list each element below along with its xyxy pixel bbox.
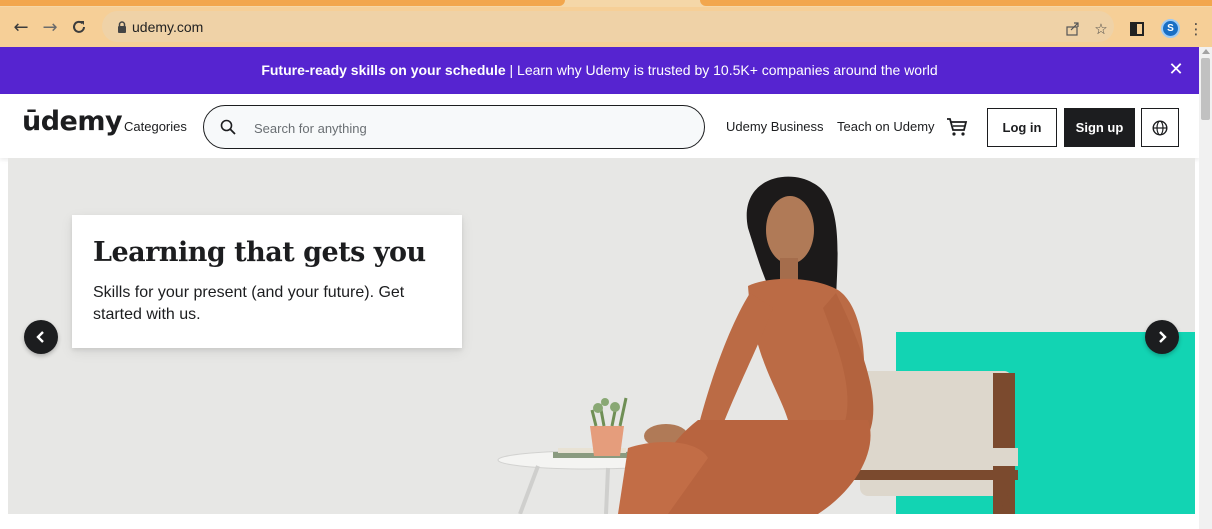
tab-strip-right [700, 0, 1212, 6]
address-bar[interactable] [102, 11, 1114, 42]
browser-toolbar: ← → udemy.com ☆ S ⋮ [0, 7, 1212, 47]
hero-title: Learning that gets you [93, 237, 426, 268]
signup-button[interactable]: Sign up [1064, 108, 1135, 147]
lock-icon[interactable] [117, 21, 127, 33]
language-button[interactable] [1141, 108, 1179, 147]
menu-icon[interactable]: ⋮ [1186, 19, 1206, 39]
udemy-business-link[interactable]: Udemy Business [726, 119, 824, 134]
back-icon[interactable]: ← [9, 15, 33, 39]
categories-link[interactable]: Categories [124, 119, 187, 134]
search-input[interactable] [254, 118, 684, 138]
scroll-up-arrow-icon[interactable] [1202, 49, 1210, 54]
banner-text: | Learn why Udemy is trusted by 10.5K+ c… [505, 62, 938, 78]
chevron-right-icon [1159, 331, 1167, 343]
search-bar[interactable] [203, 105, 705, 149]
carousel-next-button[interactable] [1145, 320, 1179, 354]
page-bottom [0, 514, 1199, 529]
close-icon[interactable]: ✕ [1166, 59, 1186, 80]
reload-icon[interactable] [67, 15, 91, 39]
site-header: ūdemy Categories Udemy Business Teach on… [0, 94, 1199, 158]
search-icon[interactable] [220, 119, 236, 135]
hero-subtitle: Skills for your present (and your future… [93, 284, 405, 323]
login-button[interactable]: Log in [987, 108, 1057, 147]
banner-bold-text: Future-ready skills on your schedule [261, 62, 506, 78]
carousel-prev-button[interactable] [24, 320, 58, 354]
side-panel-icon[interactable] [1127, 19, 1147, 39]
scroll-thumb[interactable] [1201, 58, 1210, 120]
udemy-logo[interactable]: ūdemy [22, 106, 123, 137]
star-icon[interactable]: ☆ [1091, 19, 1111, 39]
url-text: udemy.com [132, 19, 204, 35]
banner-message[interactable]: Future-ready skills on your schedule | L… [0, 62, 1199, 78]
share-icon[interactable] [1063, 19, 1083, 39]
hero-card: Learning that gets you Skills for your p… [72, 215, 462, 348]
profile-avatar[interactable]: S [1161, 19, 1180, 38]
cart-icon[interactable] [946, 117, 968, 137]
promo-banner: Future-ready skills on your schedule | L… [0, 47, 1199, 94]
tab-strip-left [0, 0, 565, 6]
teach-on-udemy-link[interactable]: Teach on Udemy [837, 119, 935, 134]
forward-icon[interactable]: → [38, 15, 62, 39]
globe-icon [1152, 119, 1168, 136]
chevron-left-icon [36, 331, 44, 343]
